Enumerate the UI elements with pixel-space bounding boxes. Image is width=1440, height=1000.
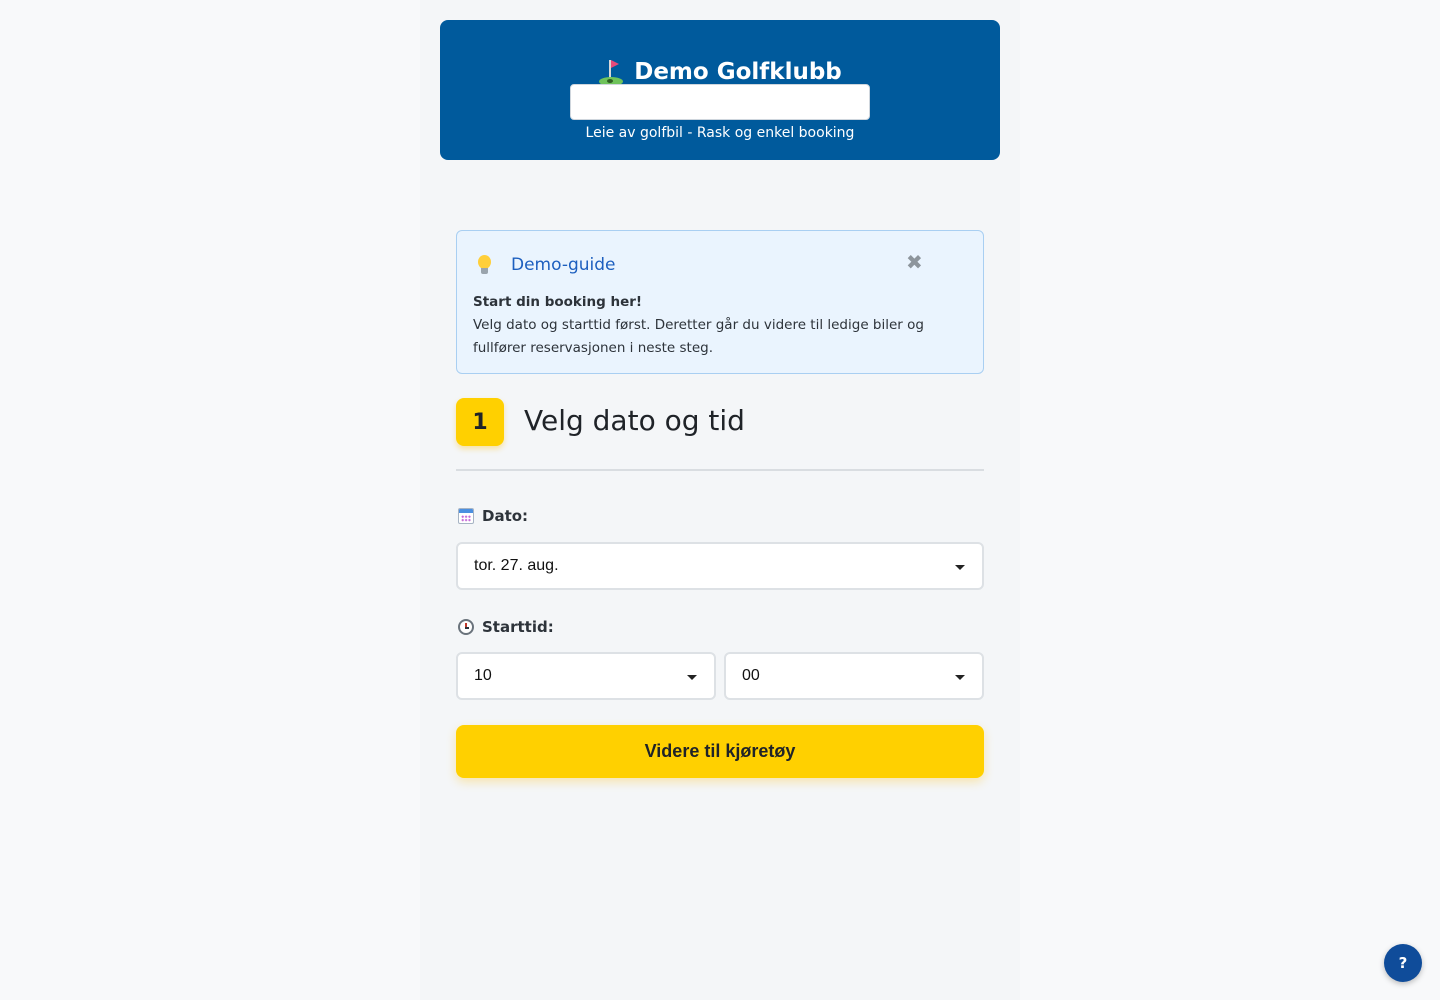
date-label: Dato: [458, 507, 528, 525]
club-title-text: Demo Golfklubb [634, 59, 842, 85]
starttime-label: Starttid: [458, 618, 554, 636]
demo-guide-header: Demo-guide [473, 253, 616, 277]
demo-guide-box: Demo-guide ✖ Start din booking her! Velg… [456, 230, 984, 374]
hour-select[interactable]: 10 [456, 652, 716, 700]
lightbulb-icon [473, 253, 495, 277]
calendar-icon [458, 508, 474, 524]
date-select-value: tor. 27. aug. [474, 557, 559, 574]
demo-guide-text: Velg dato og starttid først. Deretter gå… [473, 317, 924, 356]
header-input[interactable] [570, 84, 870, 120]
chevron-down-icon [955, 675, 965, 680]
step-number-badge: 1 [456, 398, 504, 446]
starttime-label-text: Starttid: [482, 618, 554, 636]
demo-guide-body: Start din booking her! Velg dato og star… [473, 291, 953, 360]
demo-guide-title: Demo-guide [511, 255, 616, 275]
help-button[interactable]: ? [1384, 944, 1422, 982]
demo-guide-heading: Start din booking her! [473, 294, 643, 310]
stopwatch-icon [458, 619, 474, 635]
header-subtitle: Leie av golfbil - Rask og enkel booking [585, 125, 855, 141]
section-divider [456, 469, 984, 471]
date-label-text: Dato: [482, 507, 529, 525]
step-title: Velg dato og tid [524, 404, 745, 437]
header-banner: Demo Golfklubb Leie av golfbil - Rask og… [440, 20, 1000, 160]
minute-select[interactable]: 00 [724, 652, 984, 700]
minute-select-value: 00 [742, 667, 760, 684]
chevron-down-icon [687, 675, 697, 680]
continue-to-vehicle-button[interactable]: Videre til kjøretøy [456, 725, 984, 778]
date-select[interactable]: tor. 27. aug. [456, 542, 984, 590]
close-icon[interactable]: ✖ [906, 250, 923, 274]
hour-select-value: 10 [474, 667, 492, 684]
club-title: Demo Golfklubb [440, 58, 1000, 86]
golf-flag-icon [598, 58, 624, 86]
chevron-down-icon [955, 565, 965, 570]
